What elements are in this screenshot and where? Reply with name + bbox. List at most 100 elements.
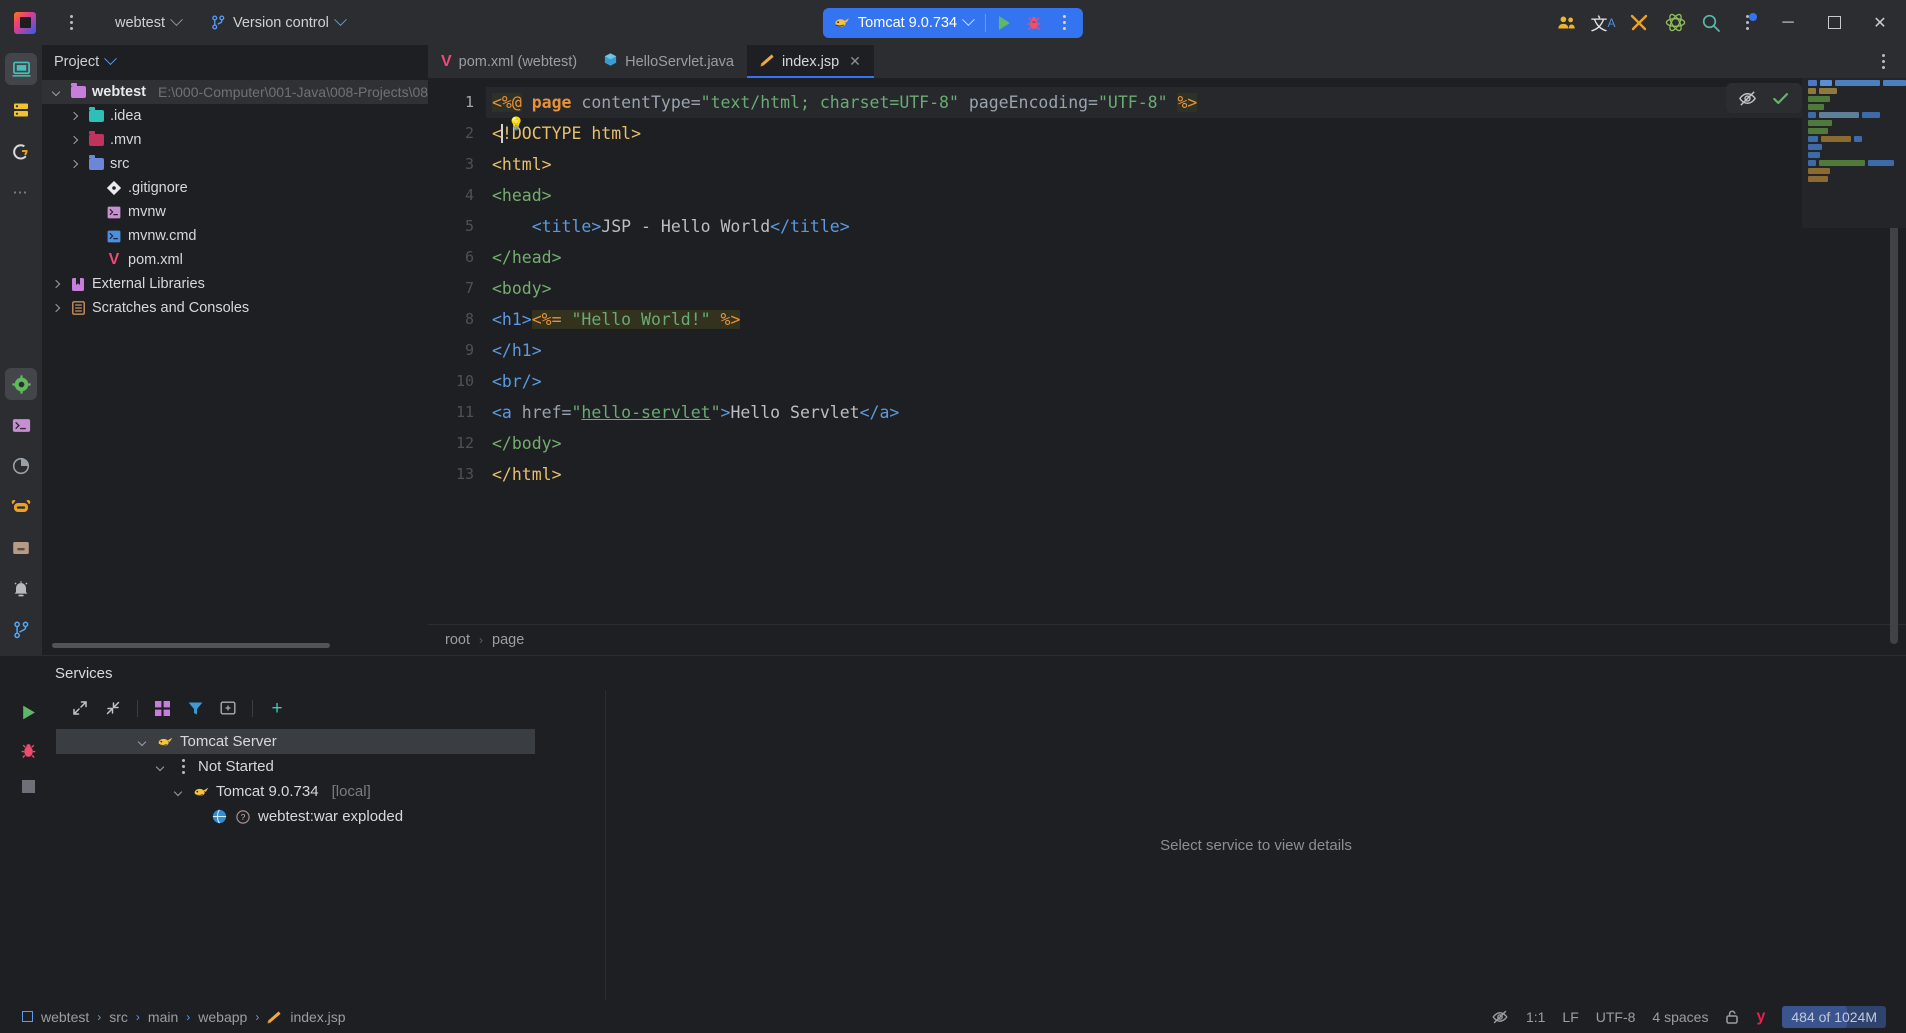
translate-icon[interactable]: 文A (1586, 6, 1620, 40)
chevron-right-icon[interactable] (66, 159, 82, 169)
sidebar-project-button[interactable] (5, 53, 37, 85)
sidebar-version-control-button[interactable] (5, 614, 37, 646)
debug-button[interactable] (1019, 10, 1049, 36)
project-tree-row[interactable]: src (42, 152, 428, 176)
version-control-button[interactable]: Version control (202, 9, 354, 37)
line-number[interactable]: 13 (428, 459, 486, 490)
services-tree-row[interactable]: Tomcat Server (56, 729, 535, 754)
maven-status-icon[interactable]: y (1756, 1008, 1765, 1026)
project-tree-row[interactable]: Scratches and Consoles (42, 296, 428, 320)
search-icon[interactable] (1694, 6, 1728, 40)
main-menu-kebab-icon[interactable] (58, 10, 84, 36)
editor-tab[interactable]: index.jsp ✕ (746, 45, 874, 78)
show-in-new-window-button[interactable] (214, 695, 242, 721)
line-separator[interactable]: LF (1562, 1009, 1578, 1025)
atom-plugin-icon[interactable] (1658, 6, 1692, 40)
line-number[interactable]: 8 (428, 304, 486, 335)
sidebar-services-button[interactable] (5, 368, 37, 400)
close-icon[interactable]: ✕ (849, 53, 861, 70)
add-service-button[interactable]: + (263, 695, 291, 721)
editor-minimap[interactable] (1802, 78, 1906, 228)
editor-tab[interactable]: HelloServlet.java (590, 45, 747, 78)
chevron-right-icon[interactable] (66, 111, 82, 121)
chevron-down-icon[interactable] (152, 762, 168, 771)
breadcrumb-item-root[interactable]: root (445, 632, 470, 648)
line-number[interactable]: 2 (428, 118, 486, 149)
sidebar-build-button[interactable] (5, 532, 37, 564)
status-crumb-4[interactable]: index.jsp (290, 1009, 345, 1025)
chevron-down-icon[interactable] (48, 87, 64, 97)
code-with-me-icon[interactable] (1550, 6, 1584, 40)
project-tree-row[interactable]: .mvn (42, 128, 428, 152)
inspections-ok-check-icon[interactable] (1771, 89, 1790, 108)
project-selector[interactable]: webtest (106, 9, 190, 37)
editor-tab[interactable]: Vpom.xml (webtest) (428, 45, 590, 78)
line-number[interactable]: 10 (428, 366, 486, 397)
services-stop-button[interactable] (21, 780, 35, 793)
services-tree-row[interactable]: Not Started (56, 754, 605, 779)
editor-tabs-kebab-icon[interactable] (1870, 45, 1906, 78)
chevron-right-icon[interactable] (48, 303, 64, 313)
close-button[interactable]: ✕ (1858, 0, 1902, 45)
read-write-lock-icon[interactable] (1725, 1009, 1739, 1025)
minimize-button[interactable]: ─ (1766, 0, 1810, 45)
chevron-right-icon[interactable] (48, 279, 64, 289)
maximize-button[interactable] (1812, 0, 1856, 45)
project-tree-row[interactable]: webtest E:\000-Computer\001-Java\008-Proj… (42, 80, 428, 104)
status-crumb-0[interactable]: webtest (41, 1009, 89, 1025)
services-run-button[interactable] (20, 704, 37, 726)
inspection-widget[interactable] (1726, 83, 1802, 113)
caret-position[interactable]: 1:1 (1526, 1009, 1545, 1025)
collapse-all-button[interactable] (99, 695, 127, 721)
chevron-right-icon[interactable] (66, 135, 82, 145)
status-crumb-1[interactable]: src (109, 1009, 128, 1025)
sidebar-git-button[interactable] (5, 135, 37, 167)
intention-bulb-icon[interactable]: 💡 (508, 117, 524, 132)
sidebar-problems-button[interactable] (5, 573, 37, 605)
settings-kebab-icon[interactable] (1730, 6, 1764, 40)
sidebar-ai-assistant-button[interactable] (5, 491, 37, 523)
line-number[interactable]: 3 (428, 149, 486, 180)
run-button[interactable] (989, 10, 1019, 36)
group-by-button[interactable] (148, 695, 176, 721)
hide-inspections-icon[interactable] (1738, 89, 1757, 108)
sidebar-profiler-button[interactable] (5, 450, 37, 482)
indent-setting[interactable]: 4 spaces (1652, 1009, 1708, 1025)
expand-all-button[interactable] (66, 695, 94, 721)
project-panel-header[interactable]: Project (42, 45, 428, 78)
services-tree-row[interactable]: ? webtest:war exploded (56, 804, 605, 829)
chevron-down-icon[interactable] (134, 737, 150, 746)
project-tree-row[interactable]: .gitignore (42, 176, 428, 200)
status-crumb-2[interactable]: main (148, 1009, 178, 1025)
run-more-button[interactable] (1049, 10, 1079, 36)
file-encoding[interactable]: UTF-8 (1596, 1009, 1636, 1025)
inspections-off-icon[interactable] (1491, 1008, 1509, 1026)
memory-indicator[interactable]: 484 of 1024M (1782, 1005, 1886, 1028)
sidebar-more-button[interactable]: ⋯ (5, 176, 37, 208)
line-number[interactable]: 6 (428, 242, 486, 273)
breadcrumb-item-page[interactable]: page (492, 632, 524, 648)
project-tree-row[interactable]: mvnw.cmd (42, 224, 428, 248)
run-configuration-selector[interactable]: Tomcat 9.0.734 (827, 10, 982, 36)
services-tree-row[interactable]: Tomcat 9.0.734 [local] (56, 779, 605, 804)
chevron-down-icon[interactable] (170, 787, 186, 796)
project-tree-row[interactable]: External Libraries (42, 272, 428, 296)
status-crumb-3[interactable]: webapp (198, 1009, 247, 1025)
line-number[interactable]: 12 (428, 428, 486, 459)
project-tree-hscrollbar[interactable] (52, 641, 418, 650)
line-number[interactable]: 1 (428, 87, 486, 118)
editor-code[interactable]: <%@ page contentType="text/html; charset… (486, 78, 1882, 624)
services-debug-button[interactable] (20, 742, 37, 764)
tools-icon[interactable] (1622, 6, 1656, 40)
project-tree-row[interactable]: Vpom.xml (42, 248, 428, 272)
project-tree-row[interactable]: .idea (42, 104, 428, 128)
line-number[interactable]: 11 (428, 397, 486, 428)
line-number[interactable]: 5 (428, 211, 486, 242)
line-number[interactable]: 7 (428, 273, 486, 304)
sidebar-database-button[interactable] (5, 94, 37, 126)
line-number[interactable]: 4 (428, 180, 486, 211)
filter-button[interactable] (181, 695, 209, 721)
project-tree-row[interactable]: mvnw (42, 200, 428, 224)
line-number[interactable]: 9 (428, 335, 486, 366)
sidebar-terminal-button[interactable] (5, 409, 37, 441)
